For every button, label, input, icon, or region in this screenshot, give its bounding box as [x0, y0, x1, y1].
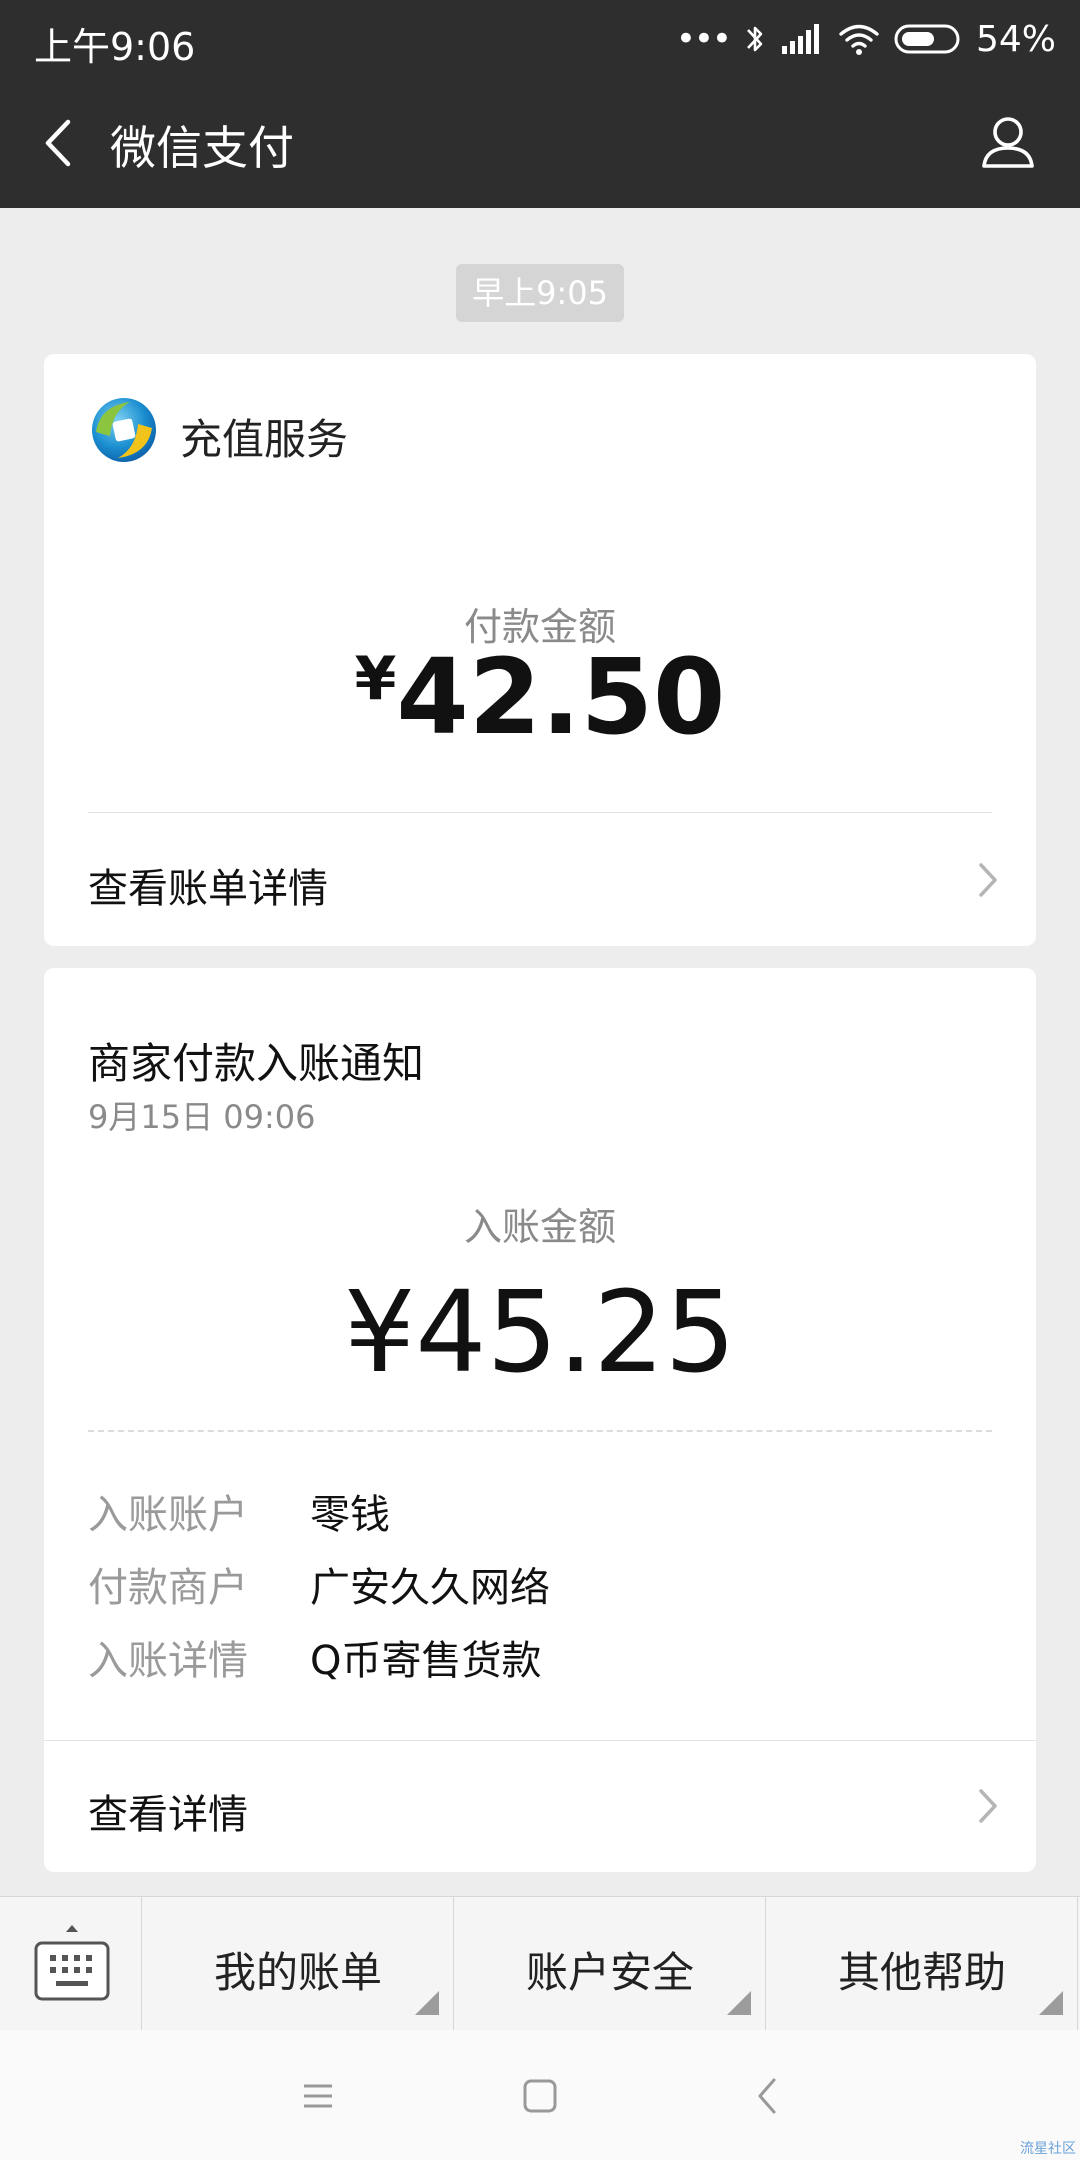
menu-my-bills[interactable]: 我的账单 [143, 1897, 454, 2031]
notice-date: 9月15日 09:06 [88, 1098, 316, 1136]
title-bar: 微信支付 [0, 78, 1080, 208]
divider [44, 1740, 1036, 1741]
battery-percentage: 54% [975, 18, 1056, 60]
detail-label: 付款商户 [88, 1565, 248, 1611]
status-icons: ••• 54% [676, 14, 1056, 64]
watermark: 流星社区 [1020, 2141, 1076, 2157]
view-details-link[interactable]: 查看详情 [44, 1742, 1036, 1872]
menu-other-help[interactable]: 其他帮助 [767, 1897, 1078, 2031]
detail-value: Q币寄售货款 [310, 1638, 542, 1684]
home-icon[interactable] [520, 2076, 560, 2116]
view-bill-details-label: 查看账单详情 [88, 866, 328, 912]
system-nav-bar: 流星社区 [0, 2030, 1080, 2160]
menu-label: 其他帮助 [837, 1948, 1006, 1997]
menu-label: 我的账单 [213, 1948, 382, 1997]
recharge-service-logo-icon [92, 398, 156, 462]
chevron-right-icon [979, 1789, 997, 1823]
currency-symbol: ¥ [354, 644, 397, 714]
view-details-label: 查看详情 [88, 1792, 248, 1838]
nav-back-icon[interactable] [748, 2076, 788, 2116]
detail-value: 广安久久网络 [310, 1565, 550, 1611]
status-bar: 上午9:06 ••• 54% [0, 0, 1080, 78]
payment-amount: ¥42.50 [44, 636, 1036, 758]
menu-account-security[interactable]: 账户安全 [455, 1897, 766, 2031]
page-title: 微信支付 [110, 121, 294, 175]
payment-amount-value: 42.50 [396, 636, 726, 758]
submenu-indicator-icon [1039, 1991, 1063, 2015]
detail-value: 零钱 [310, 1492, 390, 1538]
service-name: 充值服务 [180, 415, 349, 464]
divider [88, 812, 992, 813]
view-bill-details-link[interactable]: 查看账单详情 [44, 814, 1036, 946]
credit-amount: ¥45.25 [344, 1268, 736, 1398]
detail-label: 入账详情 [88, 1638, 248, 1684]
notice-title: 商家付款入账通知 [88, 1039, 425, 1088]
submenu-indicator-icon [415, 1991, 439, 2015]
back-icon[interactable] [38, 118, 78, 168]
credit-amount-label: 入账金额 [463, 1205, 616, 1249]
chevron-right-icon [979, 863, 997, 897]
submenu-indicator-icon [727, 1991, 751, 2015]
status-time: 上午9:06 [34, 25, 196, 69]
merchant-receipt-card[interactable]: 商家付款入账通知 9月15日 09:06 入账金额 ¥45.25 入账账户 零钱… [44, 968, 1036, 1872]
recharge-message-card[interactable]: 充值服务 付款金额 ¥42.50 查看账单详情 [44, 354, 1036, 946]
battery-icon [894, 24, 960, 54]
bluetooth-icon [747, 26, 763, 52]
signal-icon [781, 24, 819, 54]
keyboard-icon [34, 1925, 110, 2001]
detail-label: 入账账户 [88, 1492, 248, 1538]
profile-icon[interactable] [978, 112, 1038, 172]
menu-label: 账户安全 [525, 1948, 694, 1997]
recent-apps-icon[interactable] [298, 2076, 338, 2116]
wifi-icon [839, 24, 879, 55]
keyboard-toggle-button[interactable] [0, 1897, 142, 2031]
bottom-menu-bar: 我的账单 账户安全 其他帮助 [0, 1896, 1080, 2031]
dashed-divider [88, 1430, 992, 1432]
message-timestamp: 早上9:05 [456, 264, 624, 322]
notification-dots: ••• [675, 19, 732, 59]
